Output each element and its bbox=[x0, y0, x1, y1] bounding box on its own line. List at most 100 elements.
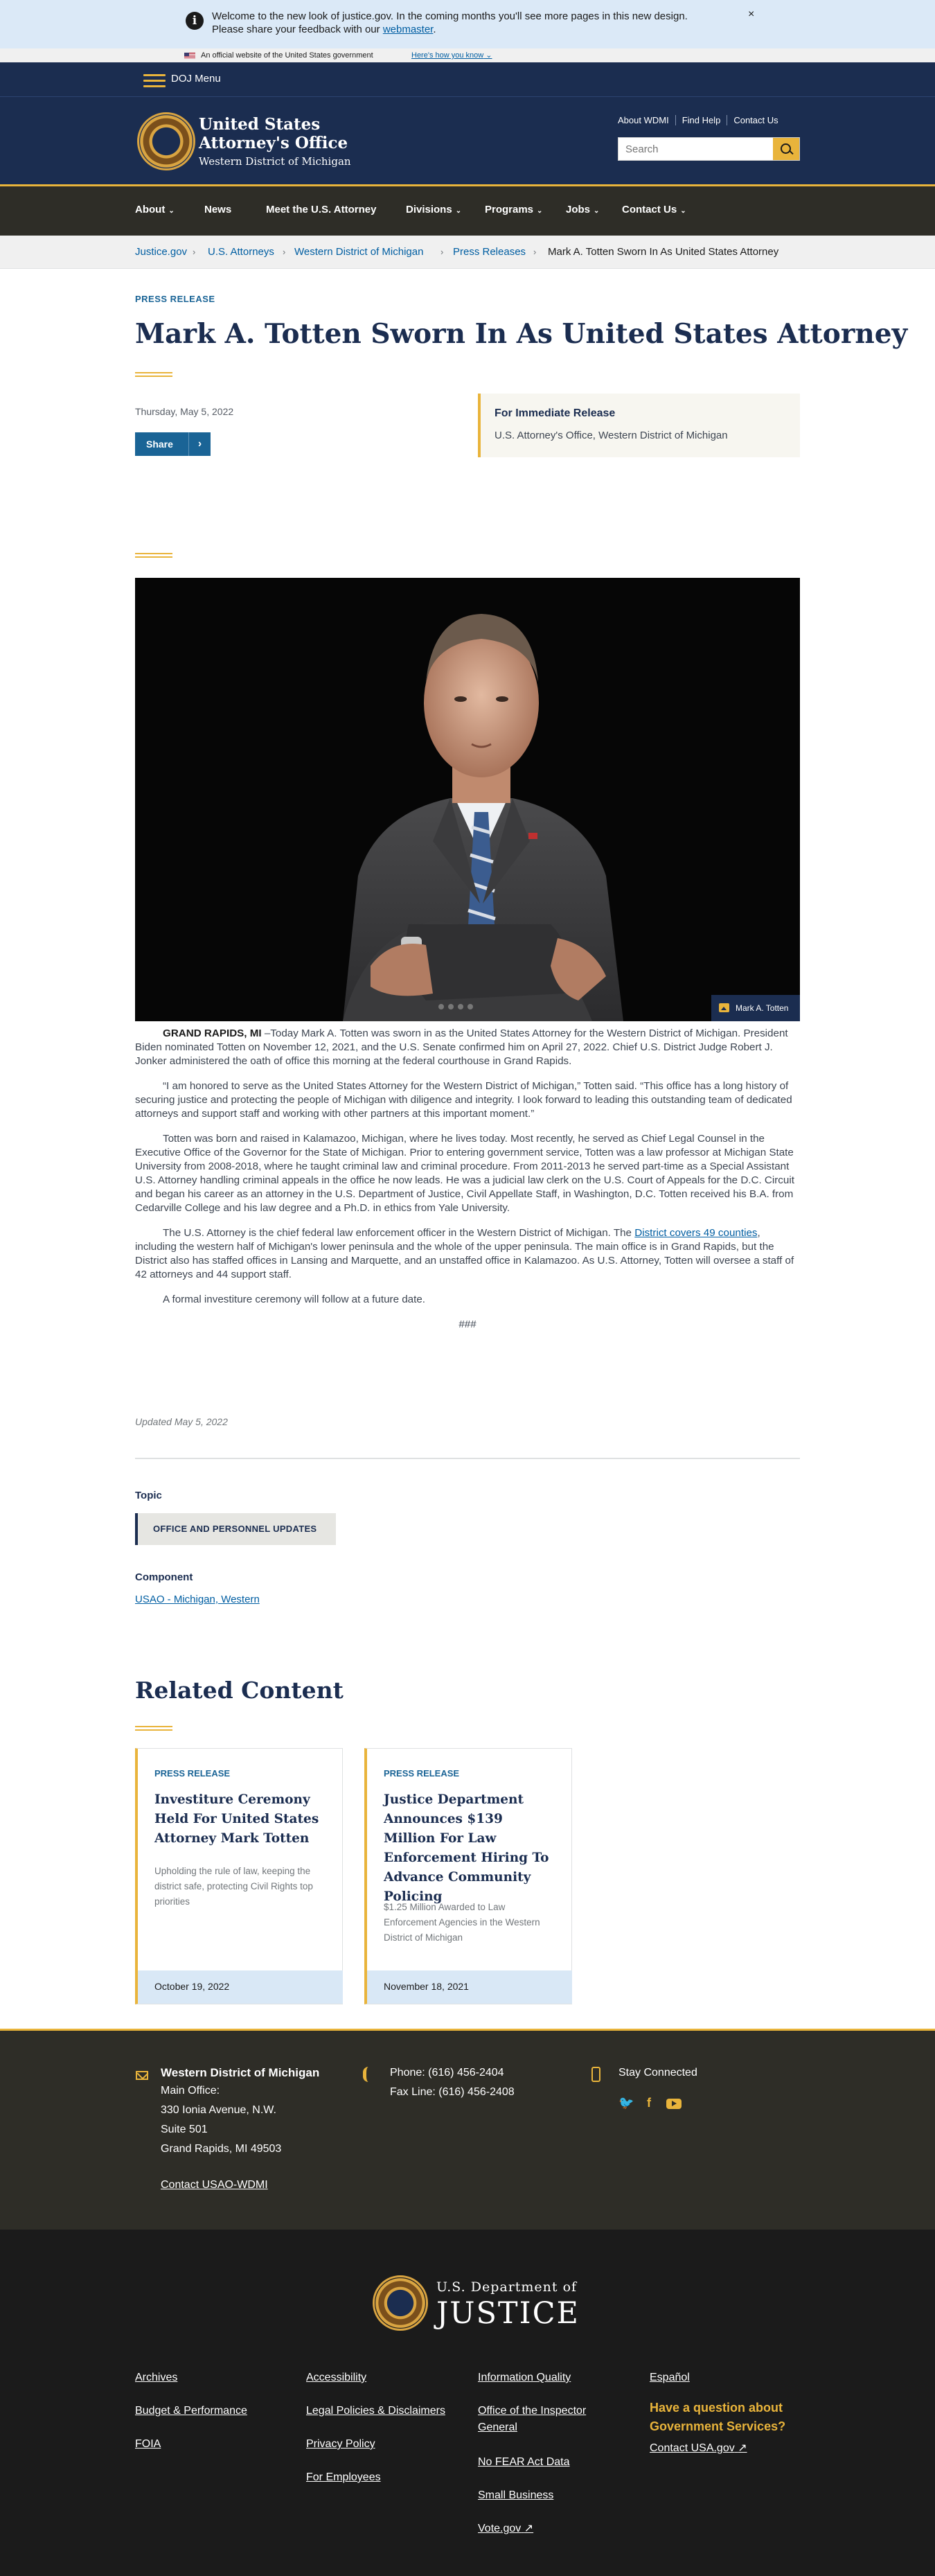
site-header: United States Attorney's Office Western … bbox=[0, 97, 935, 184]
footer-main-office: Main Office: bbox=[161, 2085, 220, 2097]
card-description: $1.25 Million Awarded to Law Enforcement… bbox=[384, 1902, 540, 1943]
paragraph: The U.S. Attorney is the chief federal l… bbox=[135, 1227, 794, 1280]
paragraph: “I am honored to serve as the United Sta… bbox=[135, 1080, 792, 1120]
share-button[interactable]: Share › bbox=[135, 432, 211, 456]
component-link[interactable]: USAO - Michigan, Western bbox=[135, 1594, 260, 1605]
chevron-right-icon: › bbox=[188, 432, 211, 456]
mobile-icon bbox=[591, 2067, 600, 2082]
external-link-icon: ↗ bbox=[738, 2442, 747, 2454]
heres-how-you-know-link[interactable]: Here's how you know ⌄ bbox=[411, 48, 492, 62]
breadcrumb-us-attorneys[interactable]: U.S. Attorneys bbox=[208, 236, 274, 269]
component-label: Component bbox=[135, 1571, 193, 1583]
release-office: U.S. Attorney's Office, Western District… bbox=[495, 430, 728, 441]
footer-link-foia[interactable]: FOIA bbox=[135, 2436, 161, 2453]
doj-seal-logo[interactable] bbox=[137, 112, 195, 170]
related-card[interactable]: PRESS RELEASE Justice Department Announc… bbox=[364, 1748, 572, 2004]
card-title[interactable]: Investiture Ceremony Held For United Sta… bbox=[154, 1790, 324, 1849]
footer-address-line: 330 Ionia Avenue, N.W. bbox=[161, 2104, 276, 2116]
footer-link-archives[interactable]: Archives bbox=[135, 2370, 177, 2386]
district-counties-link[interactable]: District covers 49 counties bbox=[634, 1227, 757, 1239]
footer-link-info-quality[interactable]: Information Quality bbox=[478, 2370, 571, 2386]
footer-fax: Fax Line: (616) 456-2408 bbox=[390, 2086, 515, 2098]
doj-menu-bar: DOJ Menu bbox=[0, 62, 935, 97]
footer-link-inspector-general[interactable]: Office of the Inspector General bbox=[478, 2403, 609, 2436]
section-divider bbox=[135, 1458, 800, 1459]
webmaster-link[interactable]: webmaster bbox=[383, 24, 434, 35]
nav-news[interactable]: News bbox=[204, 204, 231, 215]
photo-carousel-dots bbox=[438, 1004, 473, 1009]
office-title[interactable]: United States Attorney's Office bbox=[199, 115, 348, 152]
card-footer: November 18, 2021 bbox=[367, 1970, 572, 2004]
page-title: Mark A. Totten Sworn In As United States… bbox=[135, 318, 908, 350]
card-title[interactable]: Justice Department Announces $139 Millio… bbox=[384, 1790, 553, 1907]
nav-divisions[interactable]: Divisions ⌄ bbox=[406, 204, 461, 215]
close-icon[interactable]: × bbox=[748, 8, 754, 21]
office-footer: Western District of Michigan Main Office… bbox=[0, 2029, 935, 2230]
footer-link-small-business[interactable]: Small Business bbox=[478, 2487, 553, 2504]
nav-programs[interactable]: Programs ⌄ bbox=[485, 204, 542, 215]
search-input[interactable] bbox=[618, 138, 769, 160]
footer-link-legal-policies[interactable]: Legal Policies & Disclaimers bbox=[306, 2403, 445, 2419]
about-wdmi-link[interactable]: About WDMI bbox=[618, 115, 676, 125]
facebook-icon[interactable]: f bbox=[647, 2096, 651, 2110]
main-navigation: About ⌄ News Meet the U.S. Attorney Divis… bbox=[0, 184, 935, 236]
government-services-question: Have a question about Government Service… bbox=[650, 2401, 786, 2433]
youtube-icon[interactable] bbox=[666, 2099, 682, 2109]
paragraph: GRAND RAPIDS, MI –Today Mark A. Totten w… bbox=[135, 1027, 788, 1067]
doj-menu-button[interactable]: DOJ Menu bbox=[171, 73, 221, 85]
mail-icon bbox=[136, 2071, 148, 2080]
footer-office-name: Western District of Michigan bbox=[161, 2066, 320, 2079]
footer-link-budget[interactable]: Budget & Performance bbox=[135, 2403, 247, 2419]
search-box bbox=[618, 137, 800, 161]
breadcrumb-wdmi[interactable]: Western District of Michigan bbox=[294, 236, 423, 269]
card-description: Upholding the rule of law, keeping the d… bbox=[154, 1866, 313, 1907]
doj-seal-logo[interactable] bbox=[373, 2275, 428, 2331]
contact-usa-gov-link[interactable]: Contact USA.gov ↗ bbox=[650, 2440, 747, 2457]
related-card[interactable]: PRESS RELEASE Investiture Ceremony Held … bbox=[135, 1748, 343, 2004]
gov-banner: An official website of the United States… bbox=[0, 48, 935, 62]
chevron-right-icon: › bbox=[193, 247, 196, 257]
footer-link-privacy[interactable]: Privacy Policy bbox=[306, 2436, 375, 2453]
nav-contact-us[interactable]: Contact Us ⌄ bbox=[622, 204, 686, 215]
hamburger-icon[interactable] bbox=[143, 74, 166, 87]
article-eyebrow: PRESS RELEASE bbox=[135, 294, 215, 304]
topic-label: Topic bbox=[135, 1490, 162, 1501]
release-info-box: For Immediate Release U.S. Attorney's Of… bbox=[478, 394, 800, 457]
paragraph: Totten was born and raised in Kalamazoo,… bbox=[135, 1133, 794, 1214]
gold-divider bbox=[135, 372, 172, 377]
twitter-icon[interactable]: 🐦 bbox=[618, 2096, 634, 2110]
footer-link-employees[interactable]: For Employees bbox=[306, 2469, 381, 2486]
gov-banner-text: An official website of the United States… bbox=[201, 51, 373, 60]
search-icon[interactable] bbox=[773, 138, 799, 160]
photo-caption[interactable]: Mark A. Totten bbox=[711, 995, 800, 1021]
card-footer: October 19, 2022 bbox=[138, 1970, 343, 2004]
find-help-link[interactable]: Find Help bbox=[675, 115, 728, 125]
gold-divider bbox=[135, 1726, 172, 1731]
article-date: Thursday, May 5, 2022 bbox=[135, 406, 234, 417]
breadcrumb: Justice.gov › U.S. Attorneys › Western D… bbox=[0, 236, 935, 269]
footer-link-accessibility[interactable]: Accessibility bbox=[306, 2370, 366, 2386]
contact-usao-link[interactable]: Contact USAO-WDMI bbox=[161, 2176, 268, 2194]
topic-tag[interactable]: OFFICE AND PERSONNEL UPDATES bbox=[135, 1513, 336, 1545]
end-mark: ### bbox=[458, 1318, 477, 1330]
footer-address-line: Grand Rapids, MI 49503 bbox=[161, 2143, 282, 2155]
nav-about[interactable]: About ⌄ bbox=[135, 204, 175, 215]
nav-meet-us-attorney[interactable]: Meet the U.S. Attorney bbox=[266, 204, 376, 215]
info-icon: i bbox=[186, 12, 204, 30]
doj-footer: U.S. Department of JUSTICE Archives Budg… bbox=[0, 2230, 935, 2576]
us-flag-icon bbox=[184, 53, 195, 59]
contact-us-link[interactable]: Contact Us bbox=[727, 115, 784, 125]
footer-link-vote-gov[interactable]: Vote.gov ↗ bbox=[478, 2521, 533, 2537]
dept-of-label: U.S. Department of bbox=[436, 2279, 578, 2295]
footer-link-espanol[interactable]: Español bbox=[650, 2370, 690, 2386]
nav-jobs[interactable]: Jobs ⌄ bbox=[566, 204, 599, 215]
breadcrumb-press-releases[interactable]: Press Releases bbox=[453, 236, 526, 269]
footer-phone[interactable]: Phone: (616) 456-2404 bbox=[390, 2064, 504, 2082]
image-icon bbox=[719, 1003, 729, 1012]
card-eyebrow: PRESS RELEASE bbox=[384, 1768, 460, 1779]
breadcrumb-justice-gov[interactable]: Justice.gov bbox=[135, 236, 187, 269]
phone-icon bbox=[363, 2067, 374, 2082]
footer-link-no-fear[interactable]: No FEAR Act Data bbox=[478, 2454, 570, 2471]
utility-links: About WDMI Find Help Contact Us bbox=[618, 115, 785, 125]
breadcrumb-current: Mark A. Totten Sworn In As United States… bbox=[548, 246, 779, 258]
